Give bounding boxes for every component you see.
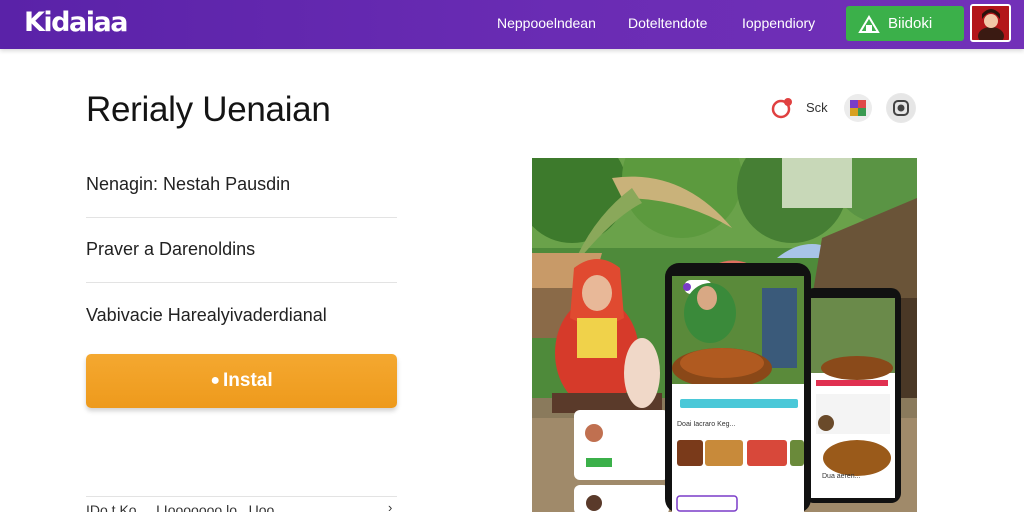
- drop-icon: ●: [210, 372, 221, 389]
- nav-link-2[interactable]: Doteltendote: [628, 15, 707, 31]
- divider: [86, 496, 397, 497]
- hero-image: Dua aeren... Doai Iacraro Keg...: [532, 158, 917, 512]
- info-row-2: Praver a Darenoldins: [86, 239, 256, 259]
- user-avatar[interactable]: [970, 4, 1011, 42]
- info-row-3: Vabivacie Harealyivaderdianal: [86, 305, 327, 325]
- share-label: Sck: [806, 100, 828, 115]
- phone-side-caption: Dua aeren...: [822, 473, 861, 480]
- nav-link-3[interactable]: Ioppendiory: [742, 15, 815, 31]
- info-row-1: Nenagin: Nestah Pausdin: [86, 174, 291, 194]
- install-button-label: Instal: [223, 370, 273, 391]
- footer-link[interactable]: IDo.t Ko.....I Iooooooo.lo...Uoo...: [86, 502, 397, 512]
- chevron-right-icon: ›: [388, 500, 393, 512]
- reaction-icon[interactable]: [768, 93, 798, 123]
- camera-icon[interactable]: [886, 93, 916, 123]
- brand-logo[interactable]: Kidaiaa: [24, 7, 128, 38]
- top-navigation-bar: Kidaiaa Neppooelndean Doteltendote Ioppe…: [0, 0, 1024, 49]
- download-button[interactable]: Biidoki: [846, 6, 964, 41]
- nav-link-1[interactable]: Neppooelndean: [497, 15, 596, 31]
- app-icon[interactable]: [843, 93, 873, 123]
- install-button[interactable]: ● Instal: [86, 354, 397, 408]
- divider: [86, 282, 397, 283]
- phone-main-caption: Doai Iacraro Keg...: [677, 421, 735, 428]
- divider: [86, 217, 397, 218]
- store-icon: [858, 14, 880, 33]
- page-title: Rerialy Uenaian: [86, 90, 331, 129]
- download-button-label: Biidoki: [888, 15, 933, 32]
